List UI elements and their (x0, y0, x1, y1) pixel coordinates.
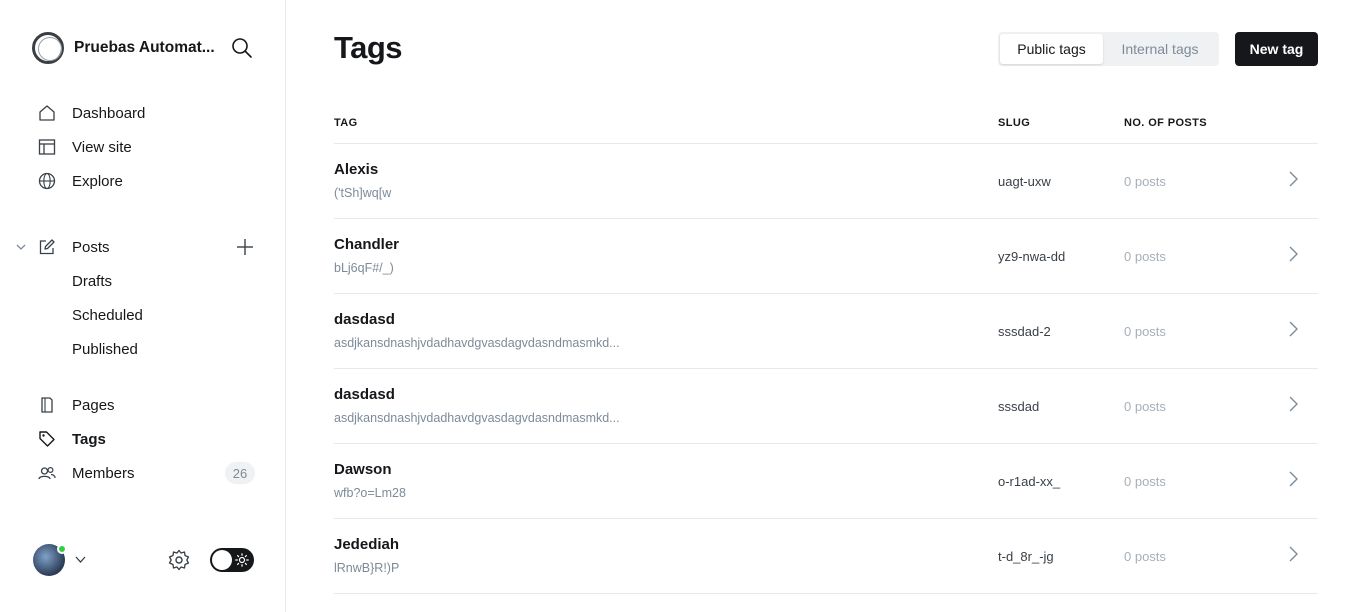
nav-published-label: Published (72, 340, 138, 358)
nav-scheduled[interactable]: Scheduled (72, 303, 143, 327)
tag-name: Dawson (334, 461, 392, 478)
globe-icon (37, 171, 57, 191)
table-row[interactable]: dasdasd asdjkansdnashjvdadhavdgvasdagvda… (334, 369, 1318, 444)
column-header-slug: SLUG (998, 117, 1031, 129)
tag-description: lRnwB}R!)P (334, 561, 400, 575)
sidebar: Pruebas Automat... Dashboard View site E… (0, 0, 286, 612)
tab-public-tags[interactable]: Public tags (1000, 34, 1103, 64)
toggle-knob (212, 550, 232, 570)
tag-icon (37, 429, 57, 449)
nav-tags[interactable]: Tags (37, 427, 106, 451)
tag-description: wfb?o=Lm28 (334, 486, 406, 500)
tag-slug: sssdad-2 (998, 324, 1051, 339)
members-count-badge: 26 (225, 462, 255, 484)
tag-post-count[interactable]: 0 posts (1124, 399, 1166, 414)
tag-post-count[interactable]: 0 posts (1124, 549, 1166, 564)
column-header-posts: NO. OF POSTS (1124, 117, 1208, 129)
nav-dashboard-label: Dashboard (72, 104, 146, 122)
table-row[interactable]: Alexis ('tSh]wq[w uagt-uxw 0 posts (334, 144, 1318, 219)
tag-type-switch: Public tags Internal tags (998, 32, 1219, 66)
table-row[interactable]: Chandler bLj6qF#/_) yz9-nwa-dd 0 posts (334, 219, 1318, 294)
site-logo (32, 32, 64, 64)
nav-dashboard[interactable]: Dashboard (37, 101, 145, 125)
table-row[interactable]: dasdasd asdjkansdnashjvdadhavdgvasdagvda… (334, 294, 1318, 369)
table-row[interactable]: Jedediah lRnwB}R!)P t-d_8r_-jg 0 posts (334, 519, 1318, 594)
nav-posts-label: Posts (72, 238, 110, 256)
sun-icon (235, 553, 249, 567)
chevron-down-icon[interactable] (14, 240, 28, 254)
tag-description: asdjkansdnashjvdadhavdgvasdagvdasndmasmk… (334, 411, 620, 425)
nav-members[interactable]: Members (37, 461, 135, 485)
tag-description: bLj6qF#/_) (334, 261, 394, 275)
house-icon (37, 103, 57, 123)
site-brand[interactable]: Pruebas Automat... (32, 32, 219, 64)
tab-internal-tags[interactable]: Internal tags (1103, 34, 1217, 64)
pencil-square-icon (37, 237, 57, 257)
chevron-right-icon[interactable] (1284, 320, 1302, 338)
nav-pages-label: Pages (72, 396, 115, 414)
chevron-down-icon[interactable] (74, 553, 87, 566)
page-title: Tags (334, 30, 403, 65)
plus-icon[interactable] (235, 237, 255, 257)
nav-published[interactable]: Published (72, 337, 138, 361)
tag-slug: sssdad (998, 399, 1040, 414)
tag-name: dasdasd (334, 311, 395, 328)
nav-drafts[interactable]: Drafts (72, 269, 112, 293)
tag-post-count[interactable]: 0 posts (1124, 174, 1166, 189)
nav-members-label: Members (72, 464, 135, 482)
nav-drafts-label: Drafts (72, 272, 113, 290)
tag-post-count[interactable]: 0 posts (1124, 249, 1166, 264)
column-header-tag: TAG (334, 117, 358, 129)
search-icon[interactable] (231, 37, 253, 59)
new-tag-button[interactable]: New tag (1235, 32, 1318, 66)
nav-explore[interactable]: Explore (37, 169, 123, 193)
site-name: Pruebas Automat... (74, 39, 215, 56)
nav-view-site-label: View site (72, 138, 132, 156)
chevron-right-icon[interactable] (1284, 470, 1302, 488)
tag-slug: t-d_8r_-jg (998, 549, 1054, 564)
tag-post-count[interactable]: 0 posts (1124, 474, 1166, 489)
tag-name: Jedediah (334, 536, 400, 553)
theme-toggle[interactable] (210, 548, 254, 572)
chevron-right-icon[interactable] (1284, 245, 1302, 263)
table-row[interactable]: Dawson wfb?o=Lm28 o-r1ad-xx_ 0 posts (334, 444, 1318, 519)
online-status-dot (57, 544, 67, 554)
nav-view-site[interactable]: View site (37, 135, 132, 159)
tag-name: Chandler (334, 236, 400, 253)
tag-slug: uagt-uxw (998, 174, 1051, 189)
tag-name: dasdasd (334, 386, 395, 403)
tag-slug: yz9-nwa-dd (998, 249, 1066, 264)
gear-icon[interactable] (168, 549, 190, 571)
chevron-right-icon[interactable] (1284, 395, 1302, 413)
tag-description: ('tSh]wq[w (334, 186, 392, 200)
nav-tags-label: Tags (72, 430, 106, 448)
chevron-right-icon[interactable] (1284, 170, 1302, 188)
tag-description: asdjkansdnashjvdadhavdgvasdagvdasndmasmk… (334, 336, 620, 350)
nav-posts[interactable]: Posts (37, 235, 110, 259)
nav-explore-label: Explore (72, 172, 123, 190)
nav-scheduled-label: Scheduled (72, 306, 143, 324)
nav-pages[interactable]: Pages (37, 393, 115, 417)
tag-name: Alexis (334, 161, 379, 178)
tag-post-count[interactable]: 0 posts (1124, 324, 1166, 339)
page-icon (37, 395, 57, 415)
layout-icon (37, 137, 57, 157)
members-icon (37, 463, 57, 483)
chevron-right-icon[interactable] (1284, 545, 1302, 563)
tag-slug: o-r1ad-xx_ (998, 474, 1061, 489)
